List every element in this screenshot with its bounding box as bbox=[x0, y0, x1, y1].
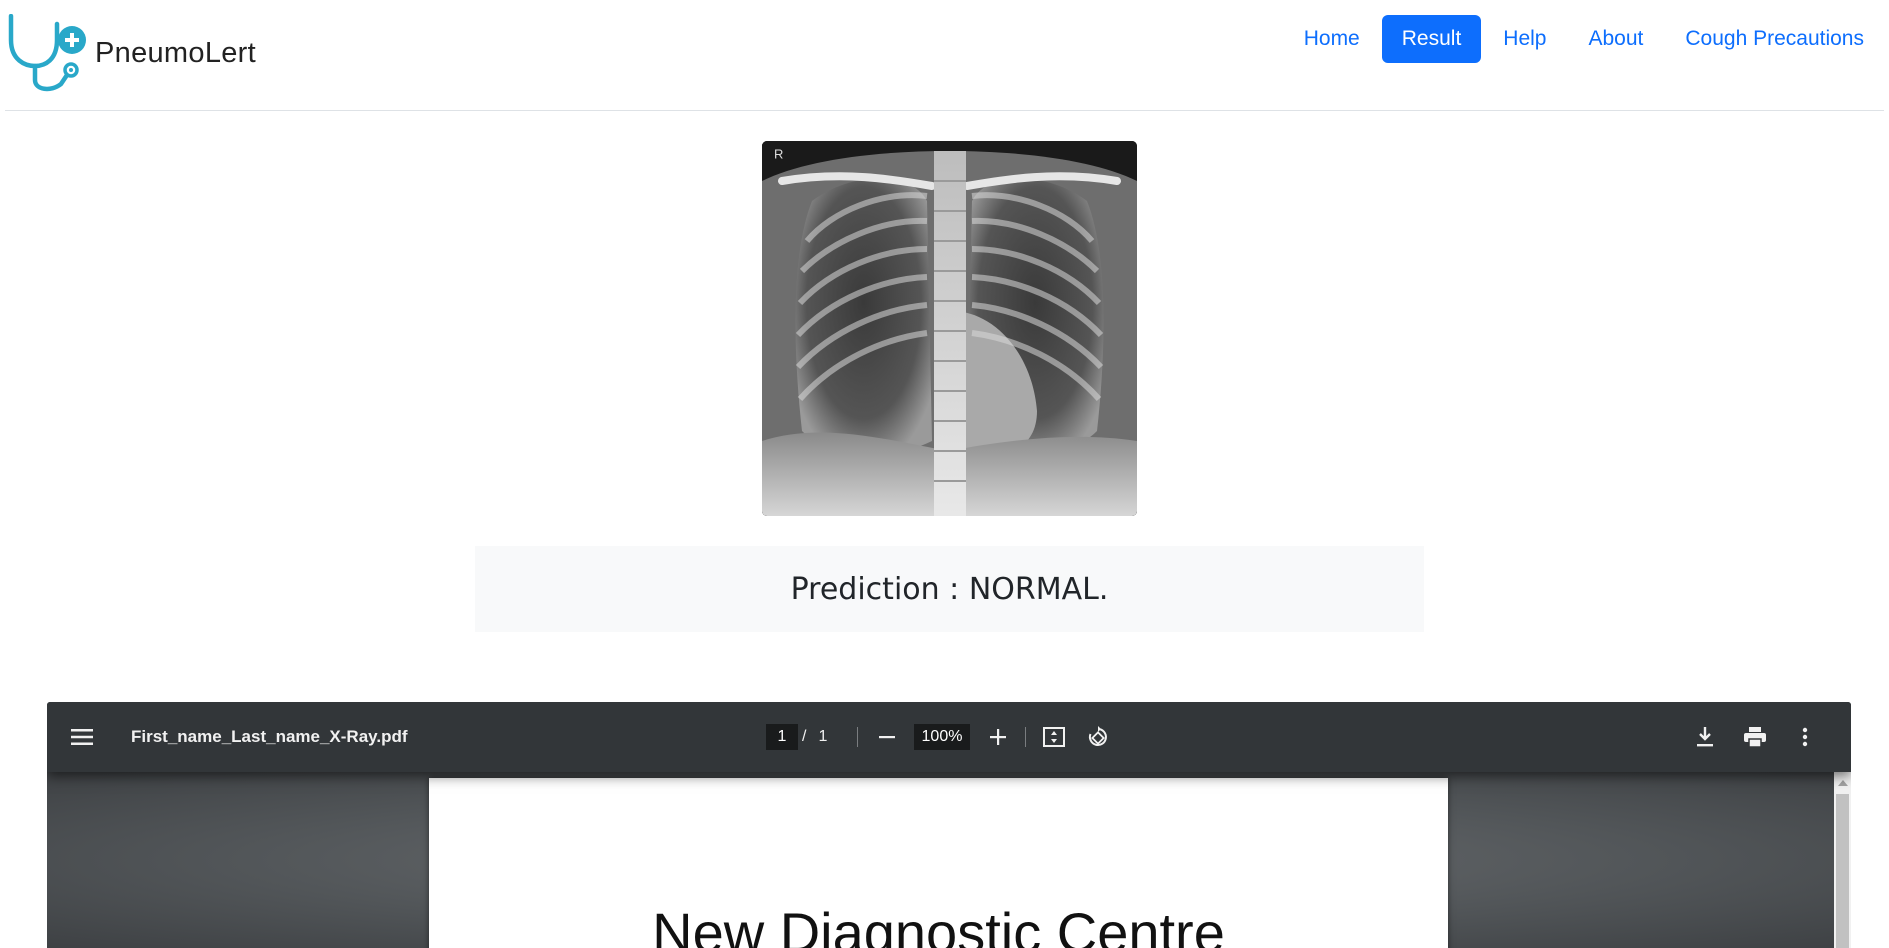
navbar: PneumoLert Home Result Help About Cough … bbox=[5, 0, 1884, 111]
total-pages: 1 bbox=[818, 728, 828, 745]
nav-cough-precautions[interactable]: Cough Precautions bbox=[1665, 15, 1884, 63]
scroll-thumb[interactable] bbox=[1836, 794, 1849, 948]
toolbar-divider bbox=[857, 727, 858, 747]
nav-about[interactable]: About bbox=[1568, 15, 1663, 63]
prediction-panel: Prediction : NORMAL. bbox=[475, 546, 1424, 632]
page-count: /1 bbox=[802, 728, 828, 745]
xray-marker: R bbox=[774, 147, 783, 162]
chest-xray-image: R bbox=[762, 141, 1137, 516]
pdf-scrollbar[interactable] bbox=[1834, 772, 1851, 948]
more-icon[interactable] bbox=[1790, 722, 1820, 752]
main-nav: Home Result Help About Cough Precautions bbox=[1282, 15, 1884, 63]
brand-logo-link[interactable]: PneumoLert bbox=[5, 14, 256, 92]
xray-illustration: R bbox=[762, 141, 1137, 516]
pdf-page: New Diagnostic Centre bbox=[429, 778, 1448, 948]
zoom-in-icon[interactable] bbox=[983, 722, 1013, 752]
fit-page-icon[interactable] bbox=[1039, 722, 1069, 752]
zoom-out-icon[interactable] bbox=[872, 722, 902, 752]
pdf-toolbar: First_name_Last_name_X-Ray.pdf 1 /1 100% bbox=[47, 702, 1851, 772]
pdf-page-heading: New Diagnostic Centre bbox=[652, 901, 1225, 948]
zoom-level-input[interactable]: 100% bbox=[914, 724, 970, 750]
menu-icon[interactable] bbox=[67, 722, 97, 752]
nav-help[interactable]: Help bbox=[1483, 15, 1566, 63]
download-icon[interactable] bbox=[1690, 722, 1720, 752]
toolbar-divider bbox=[1025, 727, 1026, 747]
brand-name: PneumoLert bbox=[95, 36, 256, 69]
nav-home[interactable]: Home bbox=[1284, 15, 1380, 63]
pdf-filename: First_name_Last_name_X-Ray.pdf bbox=[131, 727, 408, 746]
nav-result[interactable]: Result bbox=[1381, 15, 1482, 63]
pdf-viewer: First_name_Last_name_X-Ray.pdf 1 /1 100% bbox=[47, 702, 1851, 948]
prediction-result: Prediction : NORMAL. bbox=[790, 571, 1109, 607]
stethoscope-plus-icon bbox=[8, 14, 86, 92]
scroll-up-icon[interactable] bbox=[1838, 780, 1848, 786]
page-number-input[interactable]: 1 bbox=[766, 724, 798, 750]
print-icon[interactable] bbox=[1740, 722, 1770, 752]
rotate-icon[interactable] bbox=[1083, 722, 1113, 752]
